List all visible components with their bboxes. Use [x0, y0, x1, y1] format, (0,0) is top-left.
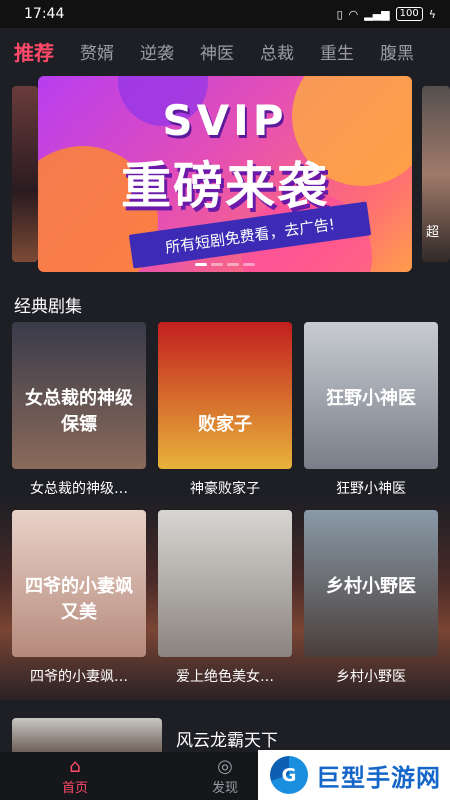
tab-6[interactable]: 腹黑: [367, 39, 427, 64]
vibrate-icon: ▯: [336, 7, 343, 21]
list-item[interactable]: 风云龙霸天下: [12, 718, 438, 752]
signal-icon: ▂▄▆: [364, 7, 390, 21]
list-item-title: 风云龙霸天下: [176, 731, 278, 751]
carousel-indicator: [38, 263, 412, 266]
drama-poster: 乡村小野医: [304, 510, 438, 657]
poster-title-art: 乡村小野医: [326, 576, 416, 597]
carousel-dot: [195, 263, 207, 266]
tab-2[interactable]: 逆袭: [127, 39, 187, 64]
list-thumbnail: [12, 718, 162, 752]
watermark-logo-icon: G: [270, 756, 308, 794]
banner-carousel[interactable]: SVIP 重磅来袭 所有短剧免费看，去广告! 超: [0, 76, 450, 272]
poster-title-art: 狂野小神医: [326, 388, 416, 409]
status-icons: ▯ ◠ ▂▄▆ 100 ϟ: [337, 7, 436, 21]
drama-poster: 狂野小神医: [304, 322, 438, 469]
category-tabs: 推荐 赘婿 逆袭 神医 总裁 重生 腹黑: [0, 30, 450, 72]
tab-3[interactable]: 神医: [187, 39, 247, 64]
svip-banner[interactable]: SVIP 重磅来袭 所有短剧免费看，去广告!: [38, 76, 412, 272]
drama-poster: 女总裁的神级保镖: [12, 322, 146, 469]
nav-label: 发现: [211, 780, 238, 796]
banner-next-card[interactable]: 超: [422, 86, 450, 262]
drama-title: 女总裁的神级…: [30, 481, 128, 497]
banner-prev-card[interactable]: [12, 86, 38, 262]
drama-card[interactable]: 女总裁的神级保镖女总裁的神级…: [12, 322, 146, 510]
status-time: 17:44: [24, 6, 65, 22]
drama-poster: 败家子: [158, 322, 292, 469]
drama-poster: 四爷的小妻飒又美: [12, 510, 146, 657]
carousel-dot: [243, 263, 255, 266]
carousel-dot: [211, 263, 223, 266]
tab-5[interactable]: 重生: [307, 39, 367, 64]
battery-icon: 100: [395, 7, 423, 21]
poster-title-art: 败家子: [198, 414, 252, 435]
drama-card[interactable]: 狂野小神医 狂野小神医: [304, 322, 438, 510]
drama-title: 乡村小野医: [336, 669, 406, 685]
discover-icon: ◎: [217, 755, 233, 777]
tab-0[interactable]: 推荐: [0, 37, 67, 66]
section-title: 经典剧集: [14, 297, 82, 317]
drama-card[interactable]: 四爷的小妻飒又美四爷的小妻飒…: [12, 510, 146, 698]
drama-grid: 女总裁的神级保镖 女总裁的神级… 败家子 神豪败家子 狂野小神医 狂野小神医 四爷的小妻飒又…: [12, 322, 438, 698]
wifi-icon: ◠: [348, 7, 359, 21]
poster-title-art: 四爷的小妻飒又美: [25, 576, 133, 623]
watermark-text: 巨型手游网: [316, 763, 441, 792]
poster-title-art: 女总裁的神级保镖: [25, 388, 133, 435]
status-bar: 17:44 ▯ ◠ ▂▄▆ 100 ϟ: [0, 0, 450, 28]
tab-1[interactable]: 赘婿: [67, 39, 127, 64]
banner-next-text: 超: [426, 225, 440, 240]
carousel-dot: [227, 263, 239, 266]
nav-label: 首页: [61, 780, 88, 796]
tab-4[interactable]: 总裁: [247, 39, 307, 64]
drama-card[interactable]: 败家子 神豪败家子: [158, 322, 292, 510]
drama-title: 狂野小神医: [336, 481, 406, 497]
drama-card[interactable]: 爱上绝色美女…: [158, 510, 292, 698]
charging-icon: ϟ: [428, 7, 436, 21]
drama-title: 爱上绝色美女…: [176, 669, 274, 685]
banner-svip-text: SVIP: [162, 96, 288, 145]
drama-poster: [158, 510, 292, 657]
watermark: G 巨型手游网: [258, 750, 450, 800]
nav-item-0[interactable]: ⌂ 首页: [0, 752, 150, 800]
home-icon: ⌂: [69, 755, 81, 777]
drama-title: 神豪败家子: [190, 481, 260, 497]
drama-title: 四爷的小妻飒…: [30, 669, 128, 685]
drama-card[interactable]: 乡村小野医 乡村小野医: [304, 510, 438, 698]
